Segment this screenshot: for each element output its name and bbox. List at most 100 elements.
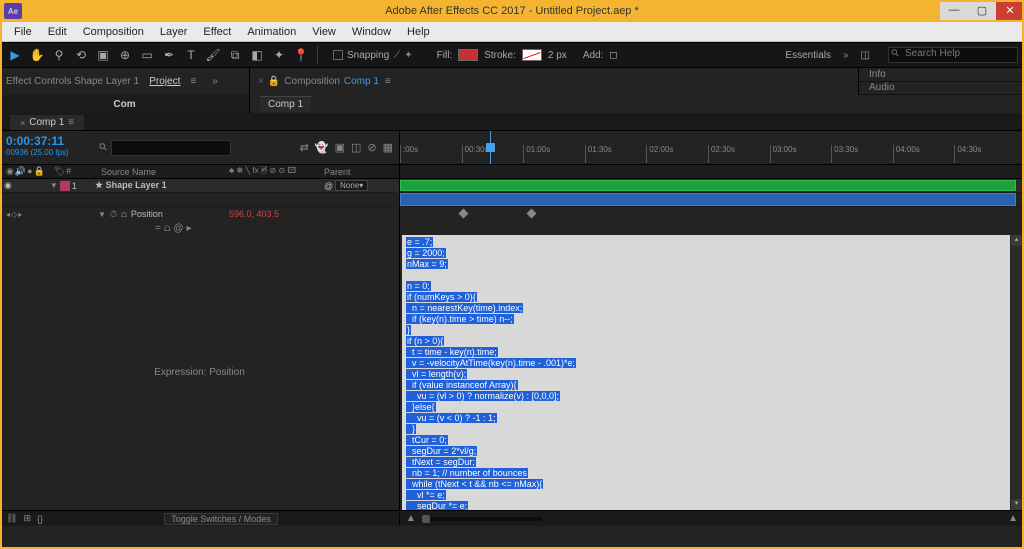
- add-arrow-icon[interactable]: ◻: [609, 50, 617, 61]
- footer-icon[interactable]: {}: [37, 514, 43, 524]
- snapping-checkbox[interactable]: [333, 50, 343, 60]
- current-timecode[interactable]: 0:00:37:11: [6, 134, 94, 148]
- type-tool-icon[interactable]: T: [182, 46, 200, 64]
- keyframe-icon[interactable]: [459, 209, 469, 219]
- tab-project[interactable]: Project: [149, 76, 180, 87]
- layer-name[interactable]: Shape Layer 1: [106, 180, 167, 190]
- solo-col-icon[interactable]: ●: [27, 166, 32, 177]
- tab-close-icon[interactable]: ×: [20, 118, 25, 128]
- layer-duration-bar[interactable]: [400, 180, 1016, 191]
- snap-opt-icon[interactable]: ⟋: [393, 50, 400, 61]
- tab-close-icon[interactable]: ×: [258, 76, 264, 87]
- comp-flowchart-icon[interactable]: ⇄: [300, 141, 309, 154]
- menu-animation[interactable]: Animation: [239, 26, 304, 38]
- expr-pickwhip-icon[interactable]: @: [173, 223, 183, 234]
- fill-swatch[interactable]: [458, 49, 478, 61]
- chevrons-icon[interactable]: »: [843, 50, 849, 61]
- stopwatch-icon[interactable]: ⏱: [110, 209, 117, 220]
- video-col-icon[interactable]: ◉: [6, 166, 14, 177]
- menu-window[interactable]: Window: [344, 26, 399, 38]
- twirl-icon[interactable]: ▼: [50, 181, 58, 190]
- prev-key-icon[interactable]: ◂: [6, 210, 10, 219]
- draft3d-icon[interactable]: ▣: [335, 141, 345, 154]
- fill-label[interactable]: Fill:: [437, 50, 453, 61]
- footer-icon[interactable]: ⛓: [6, 513, 17, 524]
- scroll-up-icon[interactable]: ▴: [1011, 235, 1022, 246]
- stroke-width[interactable]: 2 px: [548, 50, 567, 61]
- toggle-switches-button[interactable]: Toggle Switches / Modes: [164, 513, 278, 525]
- clone-tool-icon[interactable]: ⧉: [226, 46, 244, 64]
- selection-tool-icon[interactable]: ▶: [6, 46, 24, 64]
- composition-name[interactable]: Comp 1: [344, 76, 379, 87]
- panel-menu-icon[interactable]: ≡: [385, 76, 391, 87]
- snap-opt2-icon[interactable]: ✦: [404, 50, 412, 61]
- brush-tool-icon[interactable]: 🖌: [204, 46, 222, 64]
- expr-graph-icon[interactable]: ⩍: [164, 223, 171, 234]
- playhead[interactable]: [490, 131, 491, 164]
- menu-edit[interactable]: Edit: [40, 26, 75, 38]
- menu-help[interactable]: Help: [399, 26, 438, 38]
- minimize-button[interactable]: —: [940, 0, 968, 20]
- layer-row[interactable]: ◉ ▼ 1 ★ Shape Layer 1 @ None ▾: [0, 179, 1024, 193]
- layer-bar-blue[interactable]: [400, 193, 1016, 206]
- tab-audio[interactable]: Audio: [859, 82, 1024, 96]
- lock-icon[interactable]: 🔒: [268, 76, 280, 87]
- zoom-tool-icon[interactable]: ⚲: [50, 46, 68, 64]
- close-button[interactable]: ✕: [996, 0, 1024, 20]
- keyframe-icon[interactable]: [527, 209, 537, 219]
- pan-behind-tool-icon[interactable]: ⊕: [116, 46, 134, 64]
- scrollbar[interactable]: ▴ ▾: [1011, 235, 1022, 510]
- stroke-swatch[interactable]: [522, 49, 542, 61]
- menu-effect[interactable]: Effect: [195, 26, 239, 38]
- menu-layer[interactable]: Layer: [152, 26, 196, 38]
- label-swatch[interactable]: [60, 181, 70, 191]
- video-toggle-icon[interactable]: ◉: [4, 180, 12, 191]
- expr-menu-icon[interactable]: ▸: [187, 223, 192, 234]
- menu-view[interactable]: View: [304, 26, 344, 38]
- motion-blur-icon[interactable]: ⊘: [367, 141, 376, 154]
- panel-menu-icon[interactable]: ≡: [68, 117, 74, 128]
- search-icon[interactable]: ⚲: [97, 141, 110, 154]
- camera-tool-icon[interactable]: ▣: [94, 46, 112, 64]
- tab-effect-controls[interactable]: Effect Controls Shape Layer 1: [6, 76, 139, 87]
- puppet-tool-icon[interactable]: 📍: [292, 46, 310, 64]
- rect-tool-icon[interactable]: ▭: [138, 46, 156, 64]
- time-ruler[interactable]: :00s 00:30s 01:00s 01:30s 02:00s 02:30s …: [400, 131, 1024, 164]
- search-help-input[interactable]: Search Help: [888, 47, 1018, 63]
- menu-composition[interactable]: Composition: [75, 26, 152, 38]
- tab-info[interactable]: Info: [859, 68, 1024, 82]
- cc-libraries-icon[interactable]: ◫: [861, 50, 870, 61]
- timeline-tab[interactable]: × Comp 1 ≡: [10, 115, 84, 130]
- pen-tool-icon[interactable]: ✒: [160, 46, 178, 64]
- twirl-icon[interactable]: ▼: [98, 210, 106, 219]
- workspace-dropdown[interactable]: Essentials: [785, 50, 831, 61]
- panel-menu-icon[interactable]: ≡: [190, 76, 196, 87]
- add-label[interactable]: Add:: [583, 50, 604, 61]
- roto-tool-icon[interactable]: ✦: [270, 46, 288, 64]
- scroll-down-icon[interactable]: ▾: [1011, 499, 1022, 510]
- chevrons-icon[interactable]: »: [212, 76, 218, 87]
- footer-icon[interactable]: ⊞: [23, 513, 31, 524]
- add-key-icon[interactable]: ◇: [11, 210, 17, 219]
- timeline-search-input[interactable]: [111, 140, 231, 156]
- orbit-tool-icon[interactable]: ⟲: [72, 46, 90, 64]
- eraser-tool-icon[interactable]: ◧: [248, 46, 266, 64]
- parent-dropdown[interactable]: None ▾: [335, 180, 368, 191]
- lock-col-icon[interactable]: 🔒: [34, 166, 45, 177]
- expression-code-editor[interactable]: e = .7;g = 2000;nMax = 9; n = 0;if (numK…: [402, 235, 1010, 510]
- maximize-button[interactable]: ▢: [968, 0, 996, 20]
- graph-editor-icon[interactable]: ▦: [383, 141, 393, 154]
- audio-col-icon[interactable]: 🔊: [15, 166, 26, 177]
- col-source-name[interactable]: Source Name: [95, 167, 229, 177]
- zoom-in-icon[interactable]: ▲: [1008, 513, 1018, 524]
- hand-tool-icon[interactable]: ✋: [28, 46, 46, 64]
- stroke-label[interactable]: Stroke:: [484, 50, 516, 61]
- label-col-icon[interactable]: 🏷: [54, 166, 65, 177]
- position-value[interactable]: 596.0, 403.5: [229, 209, 324, 219]
- pickwhip-icon[interactable]: @: [324, 181, 333, 191]
- zoom-slider[interactable]: [422, 517, 542, 521]
- next-key-icon[interactable]: ▸: [18, 210, 22, 219]
- zoom-out-icon[interactable]: ▲: [406, 513, 416, 524]
- graph-icon[interactable]: ⩍: [121, 209, 127, 220]
- frame-blend-icon[interactable]: ◫: [351, 141, 361, 154]
